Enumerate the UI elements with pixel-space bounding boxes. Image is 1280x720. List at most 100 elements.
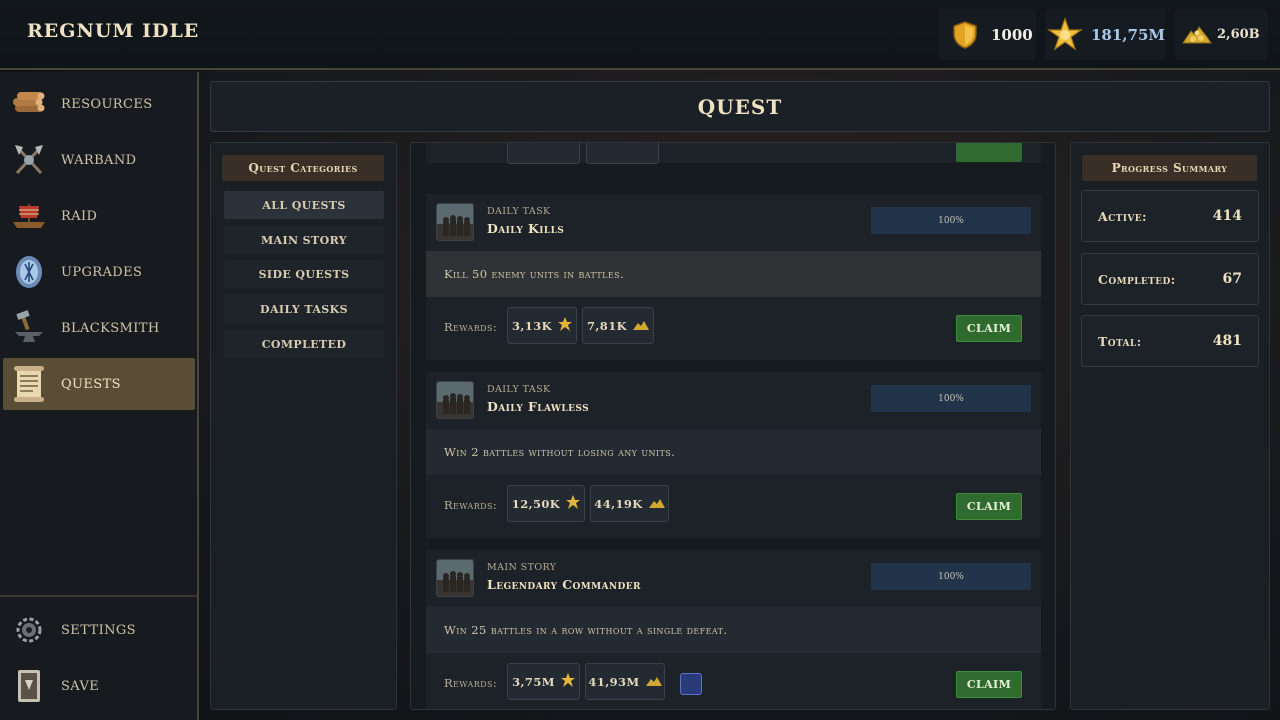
sidebar-item-raid[interactable]: RAID bbox=[3, 190, 195, 242]
reward-value: 3,75M bbox=[512, 674, 555, 689]
reward-value: 44,19K bbox=[594, 496, 643, 511]
quest-thumbnail bbox=[436, 203, 474, 241]
quest-name: Legendary Commander bbox=[487, 577, 641, 592]
claim-button-partial[interactable] bbox=[956, 143, 1022, 162]
quest-description: Win 2 battles without losing any units. bbox=[426, 429, 1041, 475]
sidebar-item-label: BLACKSMITH bbox=[61, 320, 160, 336]
sidebar-item-label: RESOURCES bbox=[61, 96, 153, 112]
sidebar-item-label: QUESTS bbox=[61, 376, 121, 392]
claim-button[interactable]: CLAIM bbox=[956, 671, 1022, 698]
quest-progress-bar: 100% bbox=[871, 207, 1031, 234]
anvil-hammer-icon bbox=[9, 308, 49, 348]
gold-pile-icon bbox=[648, 497, 665, 511]
summary-total: Total: 481 bbox=[1081, 315, 1259, 367]
page-title-bar: QUEST bbox=[210, 81, 1270, 132]
reward-value: 12,50K bbox=[511, 496, 561, 511]
quest-type: MAIN STORY bbox=[487, 562, 557, 573]
sidebar-item-warband[interactable]: WARBAND bbox=[3, 134, 195, 186]
category-side-quests[interactable]: SIDE QUESTS bbox=[224, 260, 384, 288]
summary-completed: Completed: 67 bbox=[1081, 253, 1259, 305]
category-main-story[interactable]: MAIN STORY bbox=[224, 226, 384, 254]
rewards-label: Rewards: bbox=[444, 320, 498, 334]
sidebar-item-save[interactable]: SAVE bbox=[3, 660, 195, 712]
completed-label: Completed: bbox=[1098, 271, 1176, 287]
reward-chip-partial bbox=[586, 143, 659, 164]
shield-value: 1000 bbox=[991, 25, 1033, 44]
reward-chip-gold: 7,81K bbox=[582, 307, 654, 344]
resource-gold-pile: 2,60B bbox=[1175, 9, 1268, 60]
quest-thumbnail bbox=[436, 381, 474, 419]
quest-card: MAIN STORY Legendary Commander 100% Win … bbox=[426, 550, 1041, 709]
rune-item-icon[interactable] bbox=[680, 673, 702, 695]
claim-button[interactable]: CLAIM bbox=[956, 315, 1022, 342]
reward-chip-partial bbox=[507, 143, 580, 164]
reward-value: 7,81K bbox=[586, 318, 627, 333]
sidebar-item-resources[interactable]: RESOURCES bbox=[3, 78, 195, 130]
quest-card: DAILY TASK Daily Flawless 100% Win 2 bat… bbox=[426, 372, 1041, 538]
sidebar-item-label: SAVE bbox=[61, 678, 100, 694]
book-icon bbox=[9, 666, 49, 706]
rewards-label: Rewards: bbox=[444, 498, 498, 512]
rewards-label: Rewards: bbox=[444, 676, 498, 690]
sidebar: RESOURCES WARBAND RAID UPGRADES BLACKSMI… bbox=[0, 72, 199, 720]
quest-categories-panel: Quest Categories ALL QUESTS MAIN STORY S… bbox=[210, 142, 397, 710]
reward-value: 3,13K bbox=[511, 318, 552, 333]
reward-chip-gold: 44,19K bbox=[590, 485, 669, 522]
gold-pile-value: 2,60B bbox=[1217, 27, 1260, 42]
quest-list[interactable]: DAILY TASK Daily Kills 100% Kill 50 enem… bbox=[410, 142, 1056, 710]
gold-coin-icon bbox=[566, 495, 581, 512]
reward-chip-coins: 3,75M bbox=[507, 663, 580, 700]
quest-type: DAILY TASK bbox=[487, 384, 551, 395]
page-title: QUEST bbox=[697, 94, 783, 119]
categories-title: Quest Categories bbox=[222, 155, 384, 181]
shield-icon bbox=[947, 17, 983, 53]
sidebar-item-blacksmith[interactable]: BLACKSMITH bbox=[3, 302, 195, 354]
longship-icon bbox=[9, 196, 49, 236]
quest-name: Daily Kills bbox=[487, 221, 565, 236]
quest-progress-bar: 100% bbox=[871, 385, 1031, 412]
quest-card-partial bbox=[426, 143, 1041, 164]
sidebar-divider bbox=[0, 595, 197, 597]
claim-button[interactable]: CLAIM bbox=[956, 493, 1022, 520]
total-label: Total: bbox=[1098, 333, 1142, 349]
sidebar-item-label: UPGRADES bbox=[61, 264, 143, 280]
sidebar-item-label: RAID bbox=[61, 208, 98, 224]
active-value: 414 bbox=[1212, 208, 1242, 224]
total-value: 481 bbox=[1212, 333, 1242, 349]
gold-pile-icon bbox=[645, 675, 662, 689]
gold-coin-icon bbox=[558, 317, 572, 334]
quest-card: DAILY TASK Daily Kills 100% Kill 50 enem… bbox=[426, 194, 1041, 360]
completed-value: 67 bbox=[1222, 271, 1242, 287]
crossed-axes-icon bbox=[9, 140, 49, 180]
gold-star-value: 181,75M bbox=[1091, 25, 1166, 44]
quest-description: Win 25 battles in a row without a single… bbox=[426, 607, 1041, 653]
gold-pile-icon bbox=[1179, 17, 1215, 53]
category-all-quests[interactable]: ALL QUESTS bbox=[224, 191, 384, 219]
gold-star-icon bbox=[1047, 16, 1083, 53]
top-bar: REGNUM IDLE 1000 181,75M 2,60B bbox=[0, 0, 1280, 70]
logs-icon bbox=[9, 84, 49, 124]
sidebar-item-settings[interactable]: SETTINGS bbox=[3, 604, 195, 656]
quest-type: DAILY TASK bbox=[487, 206, 551, 217]
quest-name: Daily Flawless bbox=[487, 399, 589, 414]
summary-title: Progress Summary bbox=[1082, 155, 1257, 181]
progress-summary-panel: Progress Summary Active: 414 Completed: … bbox=[1070, 142, 1270, 710]
resource-shield: 1000 bbox=[939, 9, 1036, 60]
resource-gold-star: 181,75M bbox=[1045, 9, 1165, 60]
quest-description: Kill 50 enemy units in battles. bbox=[426, 251, 1041, 297]
reward-value: 41,93M bbox=[588, 674, 640, 689]
rune-stone-icon bbox=[9, 252, 49, 292]
active-label: Active: bbox=[1098, 208, 1148, 224]
category-daily-tasks[interactable]: DAILY TASKS bbox=[224, 295, 384, 323]
sidebar-item-quests[interactable]: QUESTS bbox=[3, 358, 195, 410]
reward-chip-coins: 12,50K bbox=[507, 485, 585, 522]
sidebar-item-upgrades[interactable]: UPGRADES bbox=[3, 246, 195, 298]
gear-icon bbox=[9, 610, 49, 650]
summary-active: Active: 414 bbox=[1081, 190, 1259, 242]
gold-pile-icon bbox=[633, 319, 649, 333]
category-completed[interactable]: COMPLETED bbox=[224, 330, 384, 358]
gold-coin-icon bbox=[560, 673, 575, 690]
reward-chip-coins: 3,13K bbox=[507, 307, 577, 344]
scroll-icon bbox=[9, 364, 49, 404]
app-title: REGNUM IDLE bbox=[27, 20, 200, 42]
